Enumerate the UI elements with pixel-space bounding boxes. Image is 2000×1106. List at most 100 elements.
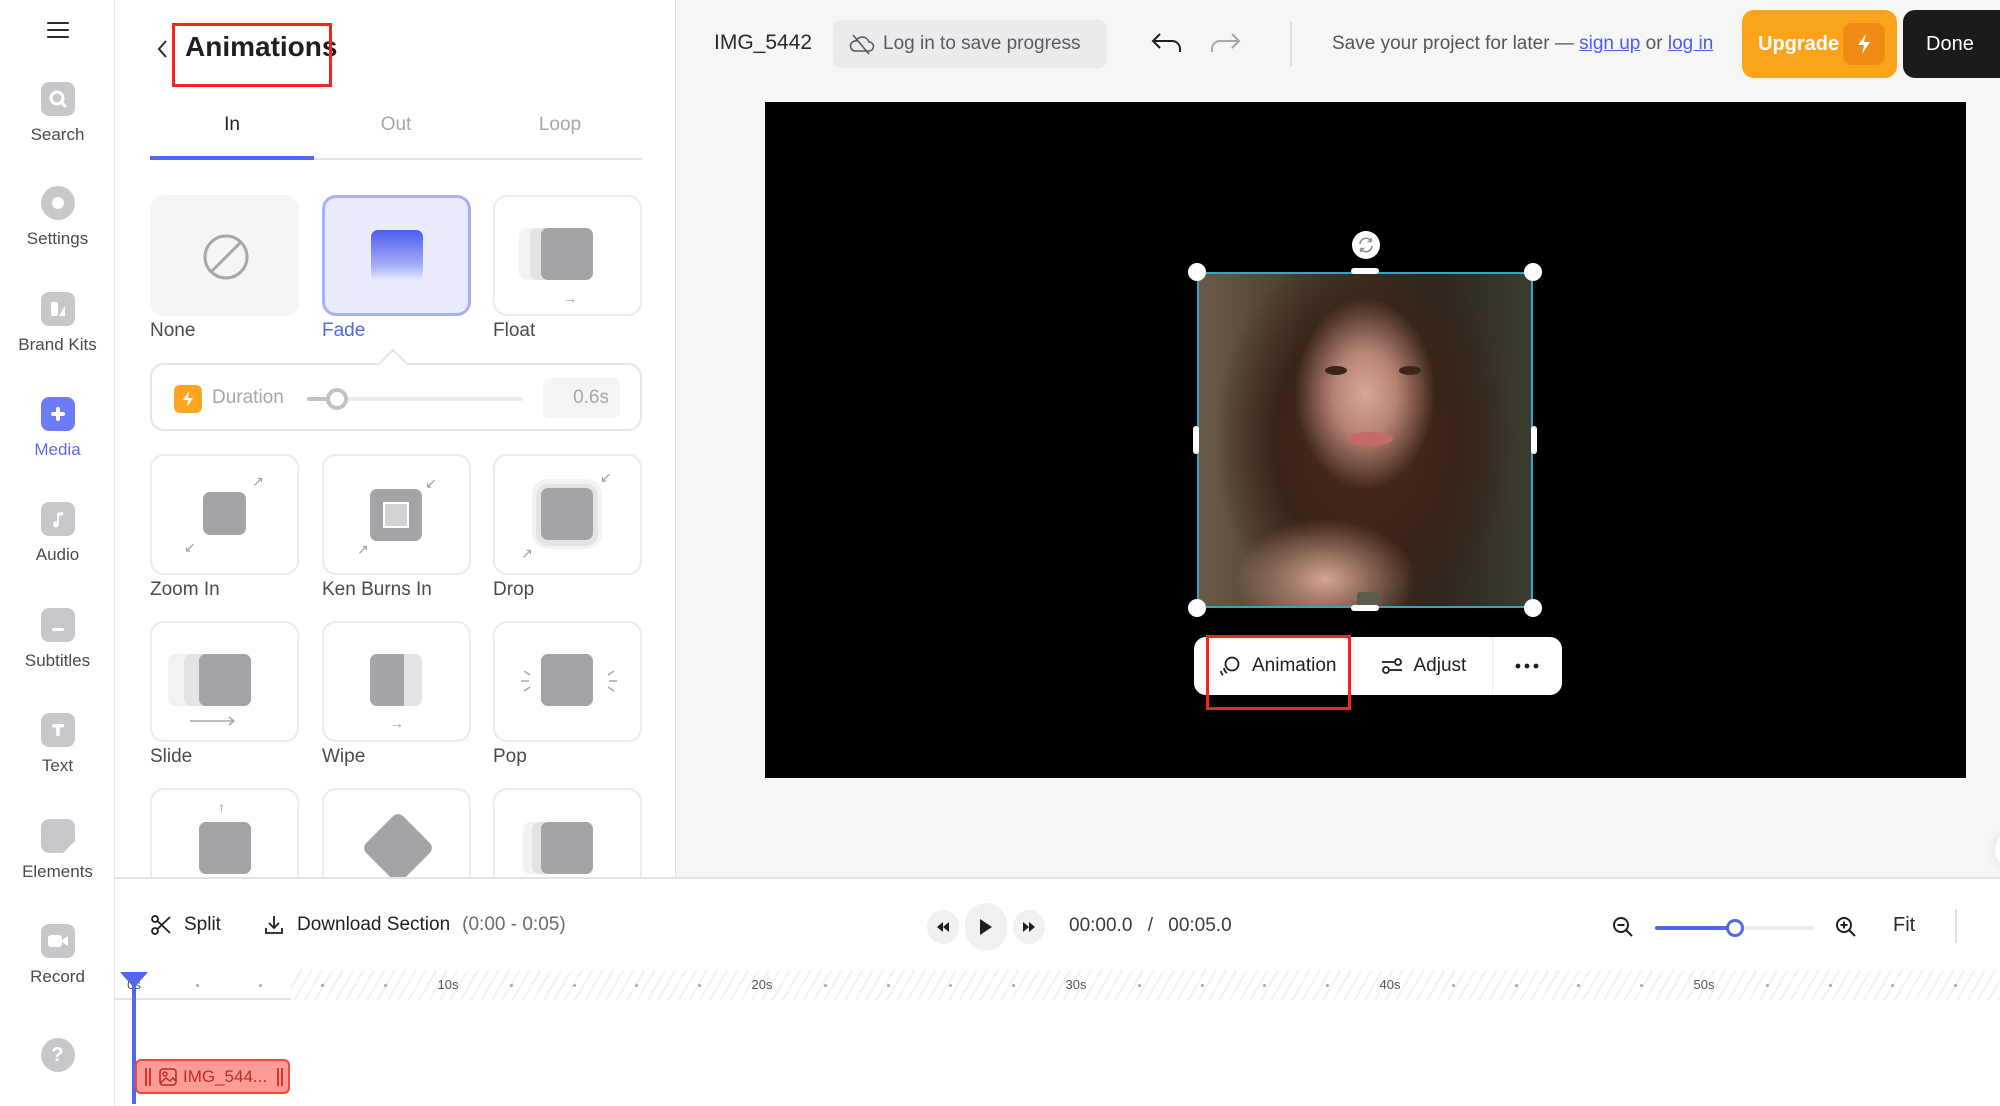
rewind-button[interactable] — [927, 910, 959, 944]
back-button[interactable] — [153, 36, 171, 62]
animation-option-breathe[interactable] — [493, 788, 642, 877]
clip-trim-handle-right[interactable] — [277, 1067, 284, 1086]
animation-label: Drop — [493, 579, 535, 600]
divider — [1955, 909, 1957, 943]
ruler-tick — [1200, 984, 1204, 987]
project-name[interactable]: IMG_5442 — [714, 31, 812, 55]
spin-thumbnail — [322, 788, 471, 877]
animation-option-rise[interactable]: ↑ — [150, 788, 299, 877]
arrow-diagonal-icon: ↗ — [252, 473, 264, 489]
ruler-tick — [1828, 984, 1832, 987]
timeline-ruler[interactable]: 0s10s20s30s40s50s — [115, 970, 2000, 1000]
clip-label: IMG_544... — [183, 1066, 268, 1086]
timeline-zoom-slider[interactable] — [1655, 919, 1815, 937]
animation-option-wipe[interactable]: → Wipe — [322, 621, 471, 768]
resize-handle-bottom-right[interactable] — [1524, 599, 1542, 617]
zoom-slider-thumb[interactable] — [1726, 919, 1744, 937]
undo-button[interactable] — [1150, 30, 1184, 61]
play-button[interactable] — [965, 903, 1007, 951]
split-button[interactable]: Split — [150, 914, 221, 936]
resize-handle-left[interactable] — [1193, 426, 1199, 454]
redo-button[interactable] — [1208, 30, 1242, 61]
done-button[interactable]: Done — [1903, 10, 2000, 78]
sidebar-item-media[interactable]: Media — [0, 397, 115, 460]
more-options-button[interactable] — [1493, 637, 1561, 695]
animation-label: None — [150, 320, 196, 341]
animation-option-drop[interactable]: ↙ ↗ Drop — [493, 454, 642, 601]
duration-value-input[interactable]: 0.6s — [543, 378, 620, 418]
animation-option-slide[interactable]: Slide — [150, 621, 299, 768]
animation-option-ken-burns-in[interactable]: ↙ ↗ Ken Burns In — [322, 454, 471, 601]
selected-image[interactable] — [1197, 272, 1533, 608]
sign-up-link[interactable]: sign up — [1579, 33, 1640, 54]
animation-option-float[interactable]: → Float — [493, 195, 642, 342]
duration-slider[interactable] — [307, 388, 523, 410]
login-to-save-button[interactable]: Log in to save progress — [833, 20, 1107, 68]
upgrade-button[interactable]: Upgrade — [1742, 10, 1897, 78]
play-icon — [980, 919, 992, 935]
sidebar-label: Search — [30, 125, 85, 144]
resize-handle-top-left[interactable] — [1188, 263, 1206, 281]
ruler-empty-region — [291, 970, 2000, 1000]
breathe-thumbnail — [493, 788, 642, 877]
prohibited-icon — [203, 234, 249, 280]
ruler-tick — [258, 984, 262, 987]
ruler-tick — [1765, 984, 1769, 987]
text-icon — [40, 713, 75, 747]
rotate-handle[interactable] — [1352, 231, 1380, 259]
sidebar-item-record[interactable]: Record — [0, 924, 115, 987]
resize-handle-bottom-left[interactable] — [1188, 599, 1206, 617]
sidebar-label: Subtitles — [24, 651, 91, 670]
zoom-in-icon — [1836, 917, 1856, 937]
none-thumbnail — [150, 195, 299, 316]
sidebar-item-elements[interactable]: Elements — [0, 819, 115, 882]
tab-loop[interactable]: Loop — [478, 100, 642, 158]
resize-handle-top[interactable] — [1351, 268, 1379, 274]
sidebar-item-brand-kits[interactable]: Brand Kits — [0, 292, 115, 355]
clip-trim-handle-left[interactable] — [145, 1067, 151, 1086]
animation-option-fade[interactable]: Fade — [322, 195, 471, 342]
ruler-label: 20s — [751, 977, 773, 992]
animation-option-zoom-in[interactable]: ↗ ↙ Zoom In — [150, 454, 299, 601]
resize-handle-top-right[interactable] — [1524, 263, 1542, 281]
log-in-link[interactable]: log in — [1668, 33, 1713, 54]
annotation-highlight-box — [172, 23, 332, 87]
sidebar-item-search[interactable]: Search — [0, 82, 115, 145]
arrow-diagonal-icon: ↗ — [521, 545, 533, 561]
adjust-button[interactable]: Adjust — [1354, 637, 1493, 695]
animation-label: Ken Burns In — [322, 579, 432, 600]
timeline-clip[interactable]: IMG_544... — [135, 1059, 290, 1094]
resize-handle-bottom[interactable] — [1351, 605, 1379, 611]
tab-out[interactable]: Out — [314, 100, 478, 158]
playhead-handle[interactable] — [120, 972, 148, 988]
rotate-icon — [1359, 237, 1373, 253]
arrow-diagonal-icon: ↙ — [425, 475, 437, 491]
duration-slider-thumb[interactable] — [326, 388, 349, 410]
subtitles-icon — [40, 608, 75, 642]
fit-button[interactable]: Fit — [1893, 914, 1915, 937]
download-section-button[interactable]: Download Section (0:00 - 0:05) — [263, 914, 566, 936]
sidebar-item-settings[interactable]: Settings — [0, 186, 115, 249]
help-button[interactable]: ? — [0, 1038, 115, 1072]
cloud-off-icon — [849, 34, 875, 55]
drop-thumbnail: ↙ ↗ — [493, 454, 642, 575]
animation-option-pop[interactable]: Pop — [493, 621, 642, 768]
sidebar-item-audio[interactable]: Audio — [0, 502, 115, 565]
scissors-icon — [151, 915, 171, 935]
rise-thumbnail: ↑ — [150, 788, 299, 877]
sidebar-item-subtitles[interactable]: Subtitles — [0, 608, 115, 671]
zoom-out-button[interactable] — [1611, 915, 1635, 944]
or-text: or — [1645, 33, 1663, 54]
tab-in[interactable]: In — [150, 100, 314, 160]
arrow-up-icon: ↑ — [218, 799, 225, 815]
animation-option-spin[interactable] — [322, 788, 471, 877]
resize-handle-right[interactable] — [1531, 426, 1537, 454]
ruler-tick — [1514, 984, 1518, 987]
zoom-in-button[interactable] — [1834, 915, 1858, 944]
fast-forward-button[interactable] — [1013, 910, 1045, 944]
sidebar-item-text[interactable]: Text — [0, 713, 115, 776]
animation-option-none[interactable]: None — [150, 195, 299, 342]
animation-label: Wipe — [322, 746, 366, 767]
menu-icon[interactable] — [47, 22, 69, 40]
ruler-tick — [572, 984, 576, 987]
